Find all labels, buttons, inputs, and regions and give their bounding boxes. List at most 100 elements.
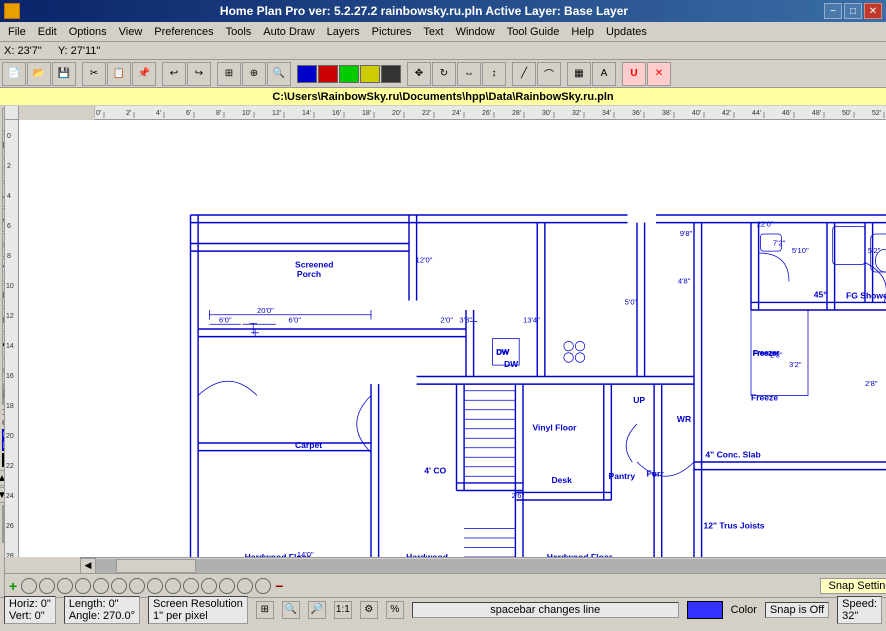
open-button[interactable]: 📂 bbox=[27, 62, 51, 86]
menu-file[interactable]: File bbox=[2, 24, 32, 40]
coordinate-bar: X: 23'7" Y: 27'11" bbox=[0, 42, 886, 60]
svg-text:Vinyl Floor: Vinyl Floor bbox=[533, 423, 578, 433]
toolbar: 📄 📂 💾 ✂ 📋 📌 ↩ ↪ ⊞ ⊕ 🔍 ✥ ↻ ⇔ ↕ ╱ ⌒ ▦ A U … bbox=[0, 60, 886, 88]
redo-button[interactable]: ↪ bbox=[187, 62, 211, 86]
zoom-circle-3[interactable] bbox=[57, 578, 73, 594]
save-button[interactable]: 💾 bbox=[52, 62, 76, 86]
minimize-button[interactable]: − bbox=[824, 3, 842, 19]
scale-button[interactable]: ↕ bbox=[482, 62, 506, 86]
svg-text:22: 22 bbox=[6, 463, 14, 470]
hatch-button[interactable]: ▦ bbox=[567, 62, 591, 86]
menu-window[interactable]: Window bbox=[450, 24, 501, 40]
zoom-circle-14[interactable] bbox=[255, 578, 271, 594]
menu-view[interactable]: View bbox=[113, 24, 149, 40]
menu-options[interactable]: Options bbox=[63, 24, 113, 40]
menu-preferences[interactable]: Preferences bbox=[148, 24, 219, 40]
delete-button[interactable]: ✕ bbox=[647, 62, 671, 86]
svg-text:Porch: Porch bbox=[297, 269, 321, 279]
text-button[interactable]: A bbox=[592, 62, 616, 86]
zoom-circle-9[interactable] bbox=[165, 578, 181, 594]
color-blue[interactable] bbox=[297, 65, 317, 83]
zoom-circle-7[interactable] bbox=[129, 578, 145, 594]
menu-layers[interactable]: Layers bbox=[321, 24, 366, 40]
rotate-button[interactable]: ↻ bbox=[432, 62, 456, 86]
paste-button[interactable]: 📌 bbox=[132, 62, 156, 86]
arc-button[interactable]: ⌒ bbox=[537, 62, 561, 86]
zoom-circle-2[interactable] bbox=[39, 578, 55, 594]
svg-text:12: 12 bbox=[6, 313, 14, 320]
svg-text:6': 6' bbox=[186, 110, 191, 117]
zoom-circle-12[interactable] bbox=[219, 578, 235, 594]
color-swatch[interactable] bbox=[2, 453, 4, 467]
line-button[interactable]: ╱ bbox=[512, 62, 536, 86]
cut-button[interactable]: ✂ bbox=[82, 62, 106, 86]
menu-tools[interactable]: Tools bbox=[220, 24, 258, 40]
color-dark[interactable] bbox=[381, 65, 401, 83]
zoom-actual[interactable]: 1:1 bbox=[334, 601, 352, 619]
new-button[interactable]: 📄 bbox=[2, 62, 26, 86]
menu-text[interactable]: Text bbox=[417, 24, 449, 40]
svg-text:DW: DW bbox=[504, 359, 519, 369]
resolution-value: 1" per pixel bbox=[153, 610, 208, 622]
menu-autodraw[interactable]: Auto Draw bbox=[257, 24, 320, 40]
zoom-circle-11[interactable] bbox=[201, 578, 217, 594]
menu-help[interactable]: Help bbox=[565, 24, 600, 40]
zoom-fit[interactable]: ⊞ bbox=[256, 601, 274, 619]
zoom-circle-4[interactable] bbox=[75, 578, 91, 594]
zoom-out-status[interactable]: 🔎 bbox=[308, 601, 326, 619]
usa-mode[interactable]: USA Mode bbox=[2, 429, 4, 451]
snap-button[interactable]: ⊕ bbox=[242, 62, 266, 86]
zoom-circle-13[interactable] bbox=[237, 578, 253, 594]
svg-text:2: 2 bbox=[7, 163, 11, 170]
svg-text:26: 26 bbox=[6, 523, 14, 530]
svg-text:7'2": 7'2" bbox=[773, 238, 786, 247]
undo-last[interactable]: U bbox=[622, 62, 646, 86]
close-button[interactable]: ✕ bbox=[864, 3, 882, 19]
horizontal-scrollbar[interactable]: ◀ ▶ bbox=[80, 557, 886, 573]
svg-text:Freezer: Freezer bbox=[753, 349, 780, 358]
zoom-in-status[interactable]: 🔍 bbox=[282, 601, 300, 619]
svg-text:16': 16' bbox=[332, 110, 341, 117]
color-indicator[interactable] bbox=[687, 601, 723, 619]
svg-text:Pantry: Pantry bbox=[609, 471, 636, 481]
menu-toolguide[interactable]: Tool Guide bbox=[501, 24, 566, 40]
mirror-button[interactable]: ⇔ bbox=[457, 62, 481, 86]
redraw-button[interactable]: Redraw bbox=[2, 383, 4, 405]
zoom-circle-10[interactable] bbox=[183, 578, 199, 594]
y-coord: Y: 27'11" bbox=[58, 45, 101, 57]
color-yellow[interactable] bbox=[360, 65, 380, 83]
svg-text:20': 20' bbox=[392, 110, 401, 117]
zoom-in-tb[interactable]: 🔍 bbox=[267, 62, 291, 86]
zoom-minus-icon[interactable]: − bbox=[275, 578, 283, 594]
horiz-label: Horiz: 0" bbox=[9, 598, 51, 610]
scroll-track-h[interactable] bbox=[96, 559, 886, 573]
svg-text:4': 4' bbox=[156, 110, 161, 117]
zoom-circle-1[interactable] bbox=[21, 578, 37, 594]
scroll-left[interactable]: ◀ bbox=[80, 558, 96, 574]
zoom-custom[interactable]: ⚙ bbox=[360, 601, 378, 619]
svg-text:24: 24 bbox=[6, 493, 14, 500]
grid-button[interactable]: ⊞ bbox=[217, 62, 241, 86]
move-button[interactable]: ✥ bbox=[407, 62, 431, 86]
svg-text:44': 44' bbox=[752, 110, 761, 117]
menu-edit[interactable]: Edit bbox=[32, 24, 63, 40]
color-green[interactable] bbox=[339, 65, 359, 83]
menu-pictures[interactable]: Pictures bbox=[366, 24, 418, 40]
snap-settings-button[interactable]: Snap Settings bbox=[820, 578, 886, 594]
copy-button[interactable]: 📋 bbox=[107, 62, 131, 86]
svg-text:0': 0' bbox=[96, 110, 101, 117]
zoom-circle-5[interactable] bbox=[93, 578, 109, 594]
svg-text:4" Conc. Slab: 4" Conc. Slab bbox=[705, 449, 760, 459]
undo-button[interactable]: ↩ bbox=[162, 62, 186, 86]
zoom-circle-8[interactable] bbox=[147, 578, 163, 594]
color-red[interactable] bbox=[318, 65, 338, 83]
drawing-canvas[interactable]: Screened Porch Carpet Hardwood Floor Har… bbox=[19, 120, 886, 557]
scroll-thumb-h[interactable] bbox=[116, 559, 196, 573]
menu-updates[interactable]: Updates bbox=[600, 24, 653, 40]
zoom-circle-6[interactable] bbox=[111, 578, 127, 594]
svg-text:42': 42' bbox=[722, 110, 731, 117]
zoom-plus-icon[interactable]: + bbox=[9, 578, 17, 594]
maximize-button[interactable]: □ bbox=[844, 3, 862, 19]
zoom-percent[interactable]: % bbox=[386, 601, 404, 619]
svg-text:DW: DW bbox=[496, 348, 509, 357]
